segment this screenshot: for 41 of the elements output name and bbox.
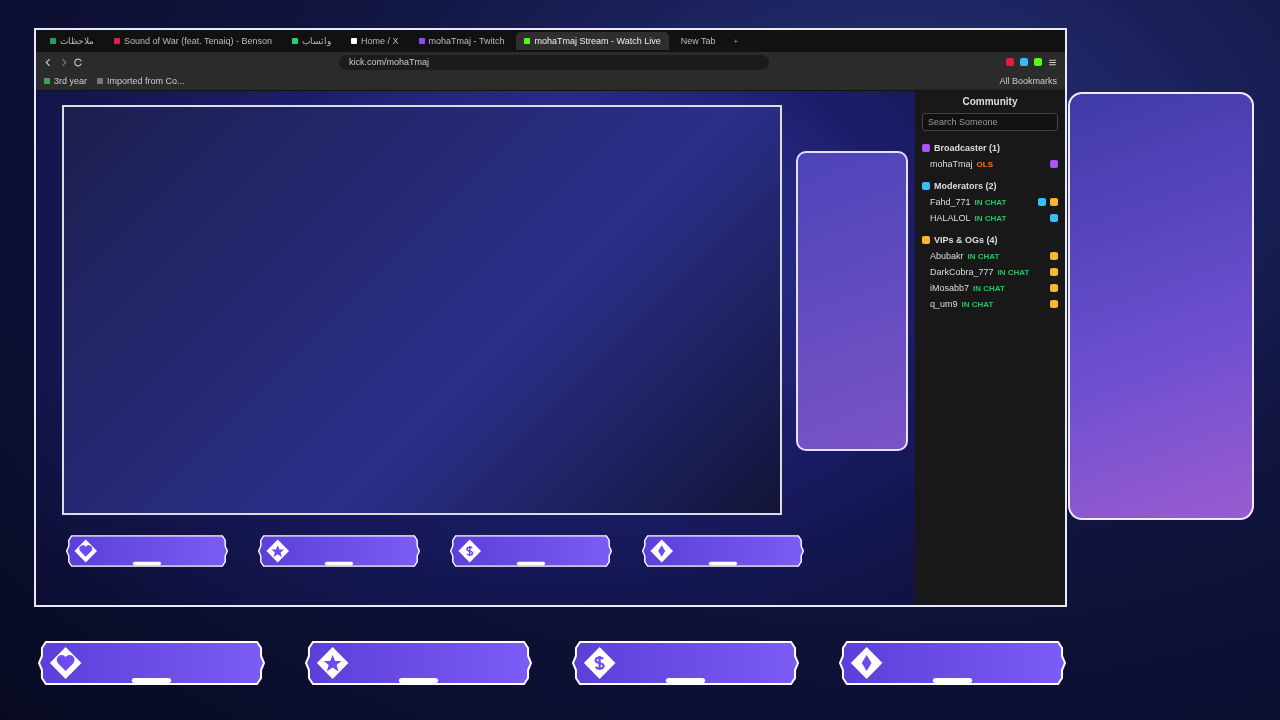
member-status: IN CHAT <box>997 267 1030 277</box>
browser-tab[interactable]: mohaTmaj Stream - Watch Live <box>516 32 669 50</box>
browser-tab[interactable]: Sound of War (feat. Tenaiq) - Benson <box>106 32 281 50</box>
member-name[interactable]: Abubakr <box>930 251 964 261</box>
bookmark[interactable]: 3rd year <box>44 75 88 87</box>
member-status: IN CHAT <box>974 197 1007 207</box>
all-bookmarks-button[interactable]: All Bookmarks <box>999 75 1057 87</box>
member-name[interactable]: DarkCobra_777 <box>930 267 994 277</box>
browser-tab[interactable]: Home / X <box>343 32 407 50</box>
group-heading: Moderators (2) <box>934 181 997 191</box>
member-status: OLS <box>976 159 993 169</box>
tab-favicon-icon <box>418 38 425 44</box>
member-status: IN CHAT <box>973 283 1005 293</box>
menu-icon[interactable] <box>1048 57 1057 67</box>
member-status: IN CHAT <box>961 299 994 309</box>
member-status: IN CHAT <box>967 251 1000 261</box>
group-heading: Broadcaster (1) <box>934 143 1001 153</box>
tab-favicon-icon <box>50 38 56 44</box>
browser-tab[interactable]: ملاحظات <box>42 32 102 50</box>
forward-icon[interactable] <box>59 57 68 67</box>
group-heading: VIPs & OGs (4) <box>934 235 998 245</box>
search-field[interactable]: Search Someone <box>922 113 1058 131</box>
browser-tab[interactable]: واتساب <box>284 32 340 50</box>
member-name[interactable]: mohaTmaj <box>930 159 973 169</box>
new-tab-button[interactable]: + <box>727 36 745 46</box>
reload-icon[interactable] <box>74 57 83 67</box>
member-status: IN CHAT <box>974 213 1007 223</box>
tab-favicon-icon <box>524 38 531 44</box>
browser-tab[interactable]: New Tab <box>672 32 724 50</box>
member-name[interactable]: Fahd_771 <box>930 197 971 207</box>
tab-favicon-icon <box>292 38 299 44</box>
panel-title: Community <box>961 96 1019 107</box>
role-badge-icon <box>1050 160 1058 168</box>
member-name[interactable]: iMosabb7 <box>930 283 970 293</box>
bookmark[interactable]: Imported from Co... <box>97 75 185 87</box>
back-icon[interactable] <box>44 57 53 67</box>
browser-tab[interactable]: mohaTmaj - Twitch <box>410 32 513 50</box>
tab-favicon-icon <box>114 38 120 44</box>
address-bar[interactable]: kick.com/mohaTmaj <box>339 54 769 70</box>
member-name[interactable]: HALALOL <box>930 213 971 223</box>
member-name[interactable]: q_um9 <box>930 299 958 309</box>
